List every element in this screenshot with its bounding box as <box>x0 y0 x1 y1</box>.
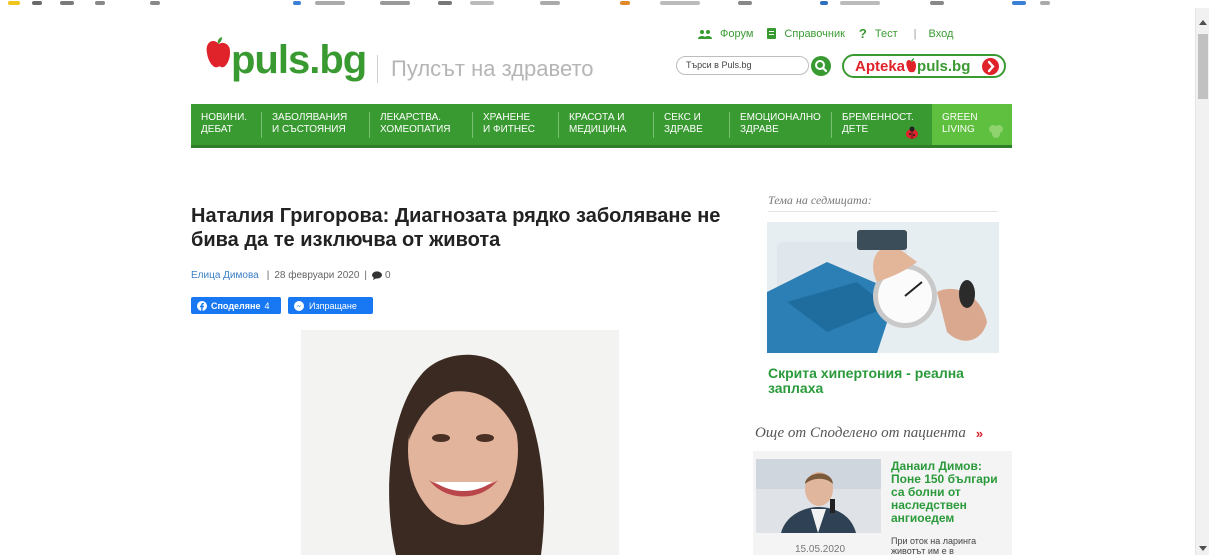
blood-pressure-photo[interactable] <box>767 222 999 353</box>
related-article-date: 15.05.2020 <box>795 544 846 555</box>
apteka-arrow-icon <box>982 58 999 75</box>
test-link[interactable]: ? Тест <box>859 26 898 41</box>
search-input[interactable]: Търси в Puls.bg <box>676 56 809 75</box>
question-icon: ? <box>858 26 867 41</box>
nav-label: ХРАНЕНЕ <box>483 112 531 123</box>
byline-divider: | <box>364 270 368 281</box>
scroll-down-arrow-icon[interactable] <box>1199 546 1207 551</box>
more-from-label: Още от Споделено от пациента <box>755 425 966 441</box>
nav-label: ЛЕКАРСТВА. <box>380 112 442 123</box>
apteka-label: Apteka <box>855 57 906 75</box>
send-label: Изпращане <box>309 300 357 311</box>
login-label: Вход <box>928 27 954 40</box>
nav-label: ХОМЕОПАТИЯ <box>380 124 451 135</box>
ladybug-icon <box>906 126 918 139</box>
nav-item-medicines[interactable]: ЛЕКАРСТВА. ХОМЕОПАТИЯ <box>370 104 473 145</box>
reference-label: Справочник <box>784 27 845 40</box>
related-article-title[interactable]: Данаил Димов: Поне 150 българи са болни … <box>891 460 1009 525</box>
nav-item-nutrition[interactable]: ХРАНЕНЕ И ФИТНЕС <box>473 104 559 145</box>
top-icon-strip <box>0 0 1195 8</box>
nav-item-news[interactable]: НОВИНИ. ДЕБАТ <box>191 104 262 145</box>
messenger-icon <box>294 300 304 311</box>
article-photo <box>301 330 619 555</box>
double-chevron-right-icon: » <box>975 426 984 441</box>
facebook-icon <box>197 300 207 311</box>
share-label: Споделяне <box>211 300 261 311</box>
nav-label: НОВИНИ. <box>201 112 248 123</box>
related-article-photo[interactable] <box>756 459 881 533</box>
scroll-thumb[interactable] <box>1198 34 1208 99</box>
nav-label: И СЪСТОЯНИЯ <box>272 124 346 135</box>
forum-label: Форум <box>720 27 754 40</box>
nav-item-beauty[interactable]: КРАСОТА И МЕДИЦИНА <box>559 104 654 145</box>
divider <box>768 211 998 212</box>
nav-item-diseases[interactable]: ЗАБОЛЯВАНИЯ И СЪСТОЯНИЯ <box>262 104 370 145</box>
nav-item-green-living[interactable]: GREEN LIVING <box>932 104 1012 145</box>
main-navigation: НОВИНИ. ДЕБАТ ЗАБОЛЯВАНИЯ И СЪСТОЯНИЯ ЛЕКА… <box>191 104 1012 148</box>
nav-label: И ФИТНЕС <box>483 124 535 135</box>
apple-small-icon <box>906 58 917 73</box>
users-icon <box>698 29 712 39</box>
nav-label: ЕМОЦИОНАЛНО <box>740 112 821 123</box>
logo-divider <box>377 55 378 83</box>
logo-text: puls.bg <box>231 38 367 82</box>
search-icon <box>815 60 828 73</box>
search-placeholder: Търси в Puls.bg <box>686 60 752 70</box>
messenger-send-button[interactable]: Изпращане <box>288 297 373 314</box>
site-logo[interactable]: puls.bg <box>205 25 385 85</box>
nav-label: БРЕМЕННОСТ. <box>842 112 914 123</box>
article-byline: Елица Димова | 28 февруари 2020 | 0 <box>191 270 391 281</box>
nav-label: МЕДИЦИНА <box>569 124 627 135</box>
nav-item-emotional-health[interactable]: ЕМОЦИОНАЛНО ЗДРАВЕ <box>730 104 832 145</box>
byline-divider: | <box>266 270 270 281</box>
related-article-excerpt: При оток на ларинга животът им е в <box>891 536 977 555</box>
clover-icon <box>989 125 1003 138</box>
apteka-domain: puls.bg <box>917 57 971 75</box>
nav-label: ЗАБОЛЯВАНИЯ <box>272 112 348 123</box>
share-count: 4 <box>264 300 270 311</box>
link-divider: | <box>913 27 917 40</box>
book-icon <box>767 28 777 39</box>
test-label: Тест <box>874 27 898 40</box>
login-link[interactable]: Вход <box>929 28 954 40</box>
author-link[interactable]: Елица Димова <box>191 270 259 281</box>
related-article-card[interactable]: 15.05.2020 Данаил Димов: Поне 150 българ… <box>753 451 1012 555</box>
week-topic-label: Тема на седмицата: <box>768 193 872 207</box>
comment-count[interactable]: 0 <box>385 270 391 281</box>
search-button[interactable] <box>811 56 831 76</box>
apteka-link[interactable]: Apteka puls.bg <box>842 54 1006 78</box>
reference-link[interactable]: Справочник <box>767 28 845 40</box>
nav-label: ДЕБАТ <box>201 124 233 135</box>
week-topic-title[interactable]: Скрита хипертония - реална заплаха <box>768 366 998 396</box>
scroll-up-arrow-icon[interactable] <box>1199 20 1207 25</box>
facebook-share-button[interactable]: Споделяне 4 <box>191 297 281 314</box>
apple-logo-icon <box>206 37 231 68</box>
comment-icon <box>372 271 383 280</box>
article-date: 28 февруари 2020 <box>274 270 360 281</box>
site-tagline: Пулсът на здравето <box>391 56 594 81</box>
nav-item-sex-health[interactable]: СЕКС И ЗДРАВЕ <box>654 104 730 145</box>
nav-label: КРАСОТА И <box>569 112 625 123</box>
top-links: Форум Справочник ? Тест | Вход <box>698 26 967 41</box>
vertical-scrollbar[interactable] <box>1195 8 1209 555</box>
forum-link[interactable]: Форум <box>698 28 753 40</box>
article-title: Наталия Григорова: Диагнозата рядко забо… <box>191 205 721 251</box>
more-from-heading[interactable]: Още от Споделено от пациента » <box>755 425 983 442</box>
nav-label: СЕКС И <box>664 112 701 123</box>
nav-label: ЗДРАВЕ <box>740 124 779 135</box>
nav-item-pregnancy[interactable]: БРЕМЕННОСТ. ДЕТЕ <box>832 104 932 145</box>
nav-label: ЗДРАВЕ <box>664 124 703 135</box>
